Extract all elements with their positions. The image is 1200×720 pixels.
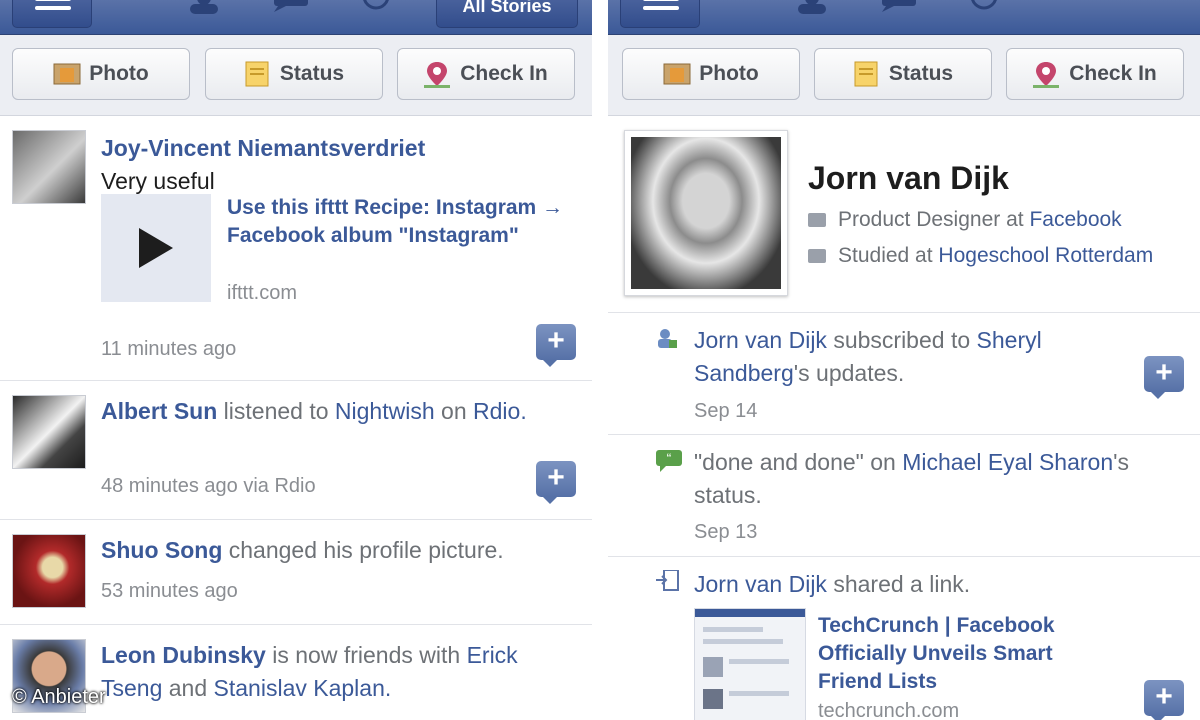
photo-button-label: Photo	[89, 62, 149, 85]
school-link[interactable]: Hogeschool Rotterdam	[938, 244, 1153, 267]
left-screen: All Stories Photo Status Check In Joy-Vi…	[0, 0, 592, 720]
menu-button[interactable]	[620, 0, 700, 28]
notifications-globe-icon[interactable]	[362, 0, 392, 14]
friend-requests-icon[interactable]	[186, 0, 218, 14]
share-link-icon	[656, 569, 679, 592]
profile-work: Product Designer at Facebook	[808, 208, 1122, 232]
check-in-pin-icon	[424, 61, 451, 88]
story-author-name[interactable]: Albert Sun	[101, 398, 217, 424]
composer-bar: Photo Status Check In	[608, 35, 1200, 116]
story-verb: listened to	[223, 398, 329, 424]
divider	[592, 0, 608, 720]
graduation-cap-icon	[808, 249, 826, 264]
friend-link[interactable]: Stanislav Kaplan.	[214, 675, 392, 701]
story-app-link[interactable]: Rdio.	[473, 398, 527, 424]
all-stories-button[interactable]: All Stories	[436, 0, 578, 28]
activity-actor-link[interactable]: Jorn van Dijk	[694, 571, 827, 597]
shared-link-title[interactable]: TechCrunch | Facebook Officially Unveils…	[818, 612, 1108, 696]
messages-icon[interactable]	[880, 0, 916, 14]
news-feed-story: Albert Sun listened to Nightwish on Rdio…	[0, 381, 592, 520]
check-in-button-label: Check In	[1069, 62, 1157, 85]
avatar[interactable]	[12, 534, 86, 608]
add-comment-button[interactable]: +	[1144, 356, 1184, 399]
status-icon	[853, 61, 879, 87]
activity-suffix: 's updates.	[793, 360, 905, 386]
add-comment-button[interactable]: +	[536, 461, 576, 504]
story-author-name[interactable]: Leon Dubinsky	[101, 642, 266, 668]
check-in-pin-icon	[1033, 61, 1060, 88]
status-button-label: Status	[888, 62, 954, 85]
activity-date: Sep 14	[694, 400, 758, 422]
story-timestamp: 53 minutes ago	[101, 580, 238, 602]
activity-item: Jorn van Dijk shared a link.	[694, 568, 1140, 601]
activity-item: "done and done" on Michael Eyal Sharon's…	[694, 446, 1140, 512]
divider	[608, 556, 1200, 557]
profile-name: Jorn van Dijk	[808, 160, 1009, 196]
story-timestamp: 48 minutes ago via Rdio	[101, 475, 316, 497]
friend-requests-icon[interactable]	[794, 0, 826, 14]
activity-quote: "done and done" on	[694, 449, 896, 475]
play-icon	[139, 228, 173, 268]
attachment-domain: ifttt.com	[227, 282, 298, 304]
story-verb: changed his profile picture.	[228, 537, 504, 563]
plus-icon: +	[547, 461, 565, 494]
image-credit-watermark: © Anbieter	[12, 686, 106, 708]
profile-photo-image	[631, 137, 781, 289]
status-button[interactable]: Status	[205, 48, 383, 100]
add-comment-button[interactable]: +	[1144, 680, 1184, 720]
check-in-button[interactable]: Check In	[1006, 48, 1184, 100]
activity-item: Jorn van Dijk subscribed to Sheryl Sandb…	[694, 324, 1140, 390]
attachment-title[interactable]: Use this ifttt Recipe: Instagram → Faceb…	[227, 194, 567, 250]
photo-button-label: Photo	[699, 62, 759, 85]
story-preposition: on	[441, 398, 467, 424]
photo-button[interactable]: Photo	[622, 48, 800, 100]
activity-date: Sep 13	[694, 521, 758, 543]
profile-picture[interactable]	[624, 130, 788, 296]
divider	[608, 312, 1200, 313]
add-comment-button[interactable]: +	[536, 324, 576, 367]
activity-target-link[interactable]: Michael Eyal Sharon	[902, 449, 1113, 475]
avatar[interactable]	[12, 130, 86, 204]
story-timestamp: 11 minutes ago	[101, 338, 237, 360]
activity-text: shared a link.	[833, 571, 971, 597]
story-verb: is now friends with	[272, 642, 461, 668]
avatar[interactable]	[12, 395, 86, 469]
work-link[interactable]: Facebook	[1029, 208, 1121, 231]
activity-text: subscribed to	[833, 327, 971, 353]
news-feed-story: Shuo Song changed his profile picture. 5…	[0, 520, 592, 625]
briefcase-icon	[808, 213, 826, 228]
messages-icon[interactable]	[272, 0, 308, 14]
status-icon	[244, 61, 270, 87]
top-nav-bar: All Stories	[0, 0, 592, 35]
notifications-globe-icon[interactable]	[970, 0, 1000, 14]
story-author-name[interactable]: Shuo Song	[101, 537, 222, 563]
conjunction: and	[168, 675, 208, 701]
plus-icon: +	[547, 324, 565, 357]
right-screen: Photo Status Check In Jorn van Dijk Prod…	[608, 0, 1200, 720]
activity-actor-link[interactable]: Jorn van Dijk	[694, 327, 827, 353]
check-in-button-label: Check In	[460, 62, 548, 85]
photo-icon	[53, 61, 81, 87]
subscribe-icon	[656, 328, 678, 350]
status-button-label: Status	[279, 62, 345, 85]
composer-bar: Photo Status Check In	[0, 35, 592, 116]
story-target-link[interactable]: Nightwish	[335, 398, 435, 424]
photo-button[interactable]: Photo	[12, 48, 190, 100]
link-thumbnail[interactable]	[694, 608, 806, 720]
profile-education: Studied at Hogeschool Rotterdam	[808, 244, 1153, 268]
check-in-button[interactable]: Check In	[397, 48, 575, 100]
story-author-name[interactable]: Joy-Vincent Niemantsverdriet	[101, 132, 572, 165]
news-feed-story: Joy-Vincent Niemantsverdriet Very useful…	[0, 116, 592, 381]
plus-icon: +	[1155, 680, 1173, 713]
shared-link-domain: techcrunch.com	[818, 700, 960, 720]
top-nav-bar	[608, 0, 1200, 35]
svg-text:“: “	[667, 450, 672, 466]
divider	[608, 434, 1200, 435]
comment-quote-icon: “	[656, 450, 682, 472]
plus-icon: +	[1155, 356, 1173, 389]
menu-button[interactable]	[12, 0, 92, 28]
status-button[interactable]: Status	[814, 48, 992, 100]
photo-icon	[663, 61, 691, 87]
video-thumbnail[interactable]	[101, 194, 211, 302]
